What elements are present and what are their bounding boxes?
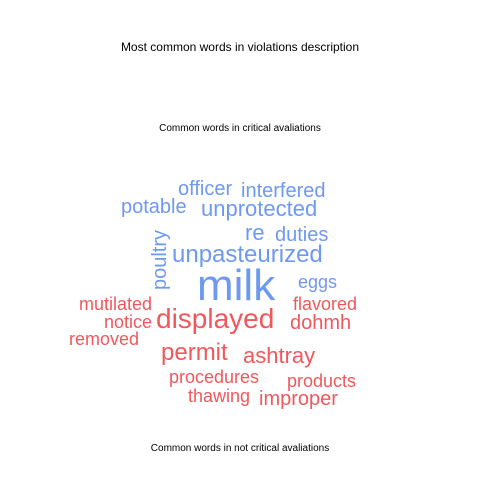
critical-subtitle: Common words in critical avaliations (159, 123, 321, 134)
word-removed: removed (69, 329, 140, 349)
word-procedures: procedures (169, 367, 260, 387)
word-thawing: thawing (188, 386, 251, 406)
word-permit: permit (161, 339, 228, 366)
not-critical-subtitle: Common words in not critical avaliations (150, 443, 330, 454)
word-potable: potable (121, 196, 187, 218)
word-poultry: poultry (149, 229, 171, 290)
main-title: Most common words in violations descript… (120, 40, 360, 54)
word-improper: improper (259, 388, 338, 410)
word-milk: milk (197, 261, 276, 310)
word-ashtray: ashtray (243, 343, 316, 368)
word-flavored: flavored (293, 294, 358, 314)
word-displayed: displayed (156, 303, 275, 334)
word-dohmh: dohmh (290, 312, 352, 334)
word-unprotected: unprotected (201, 196, 318, 221)
word-eggs: eggs (298, 272, 338, 292)
word-mutilated: mutilated (79, 294, 153, 314)
